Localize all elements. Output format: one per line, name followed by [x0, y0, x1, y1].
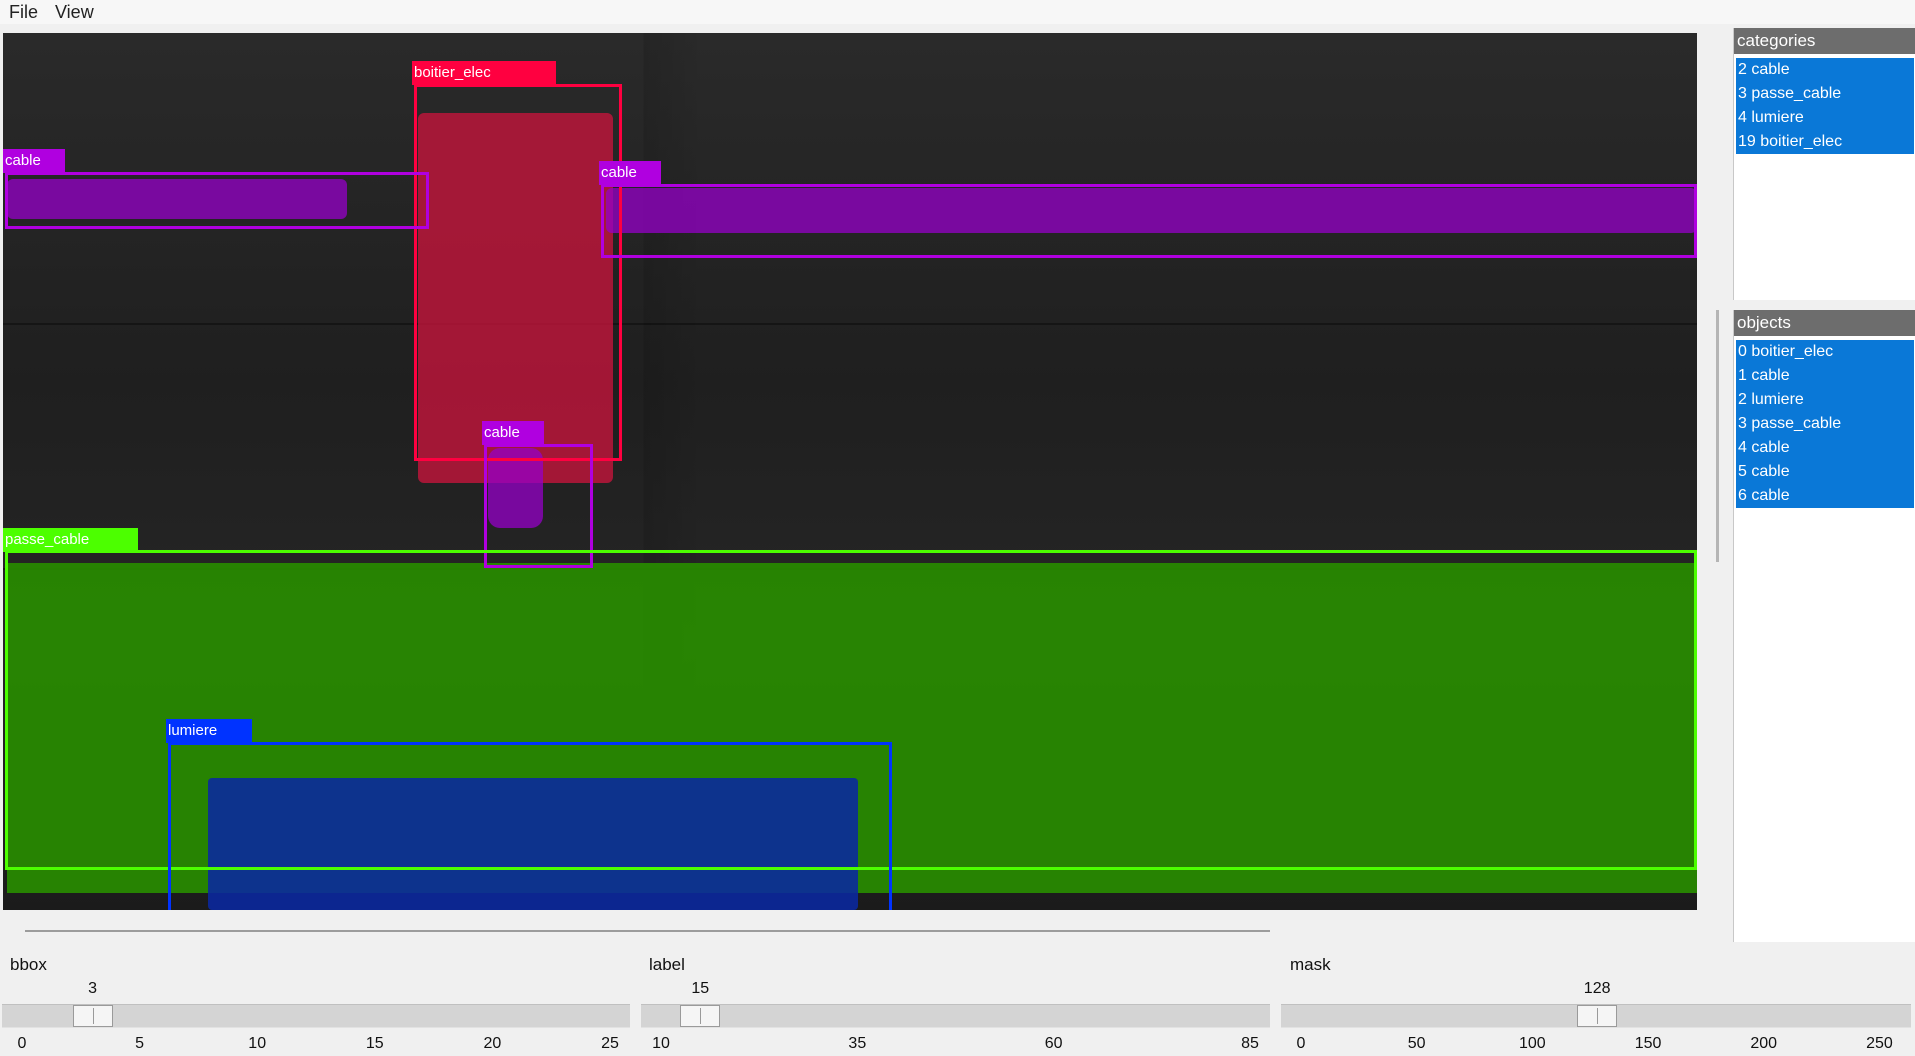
object-item[interactable]: 1 cable	[1736, 364, 1914, 388]
object-item[interactable]: 0 boitier_elec	[1736, 340, 1914, 364]
horizontal-scrollbar[interactable]	[25, 930, 1270, 932]
bbox-slider-handle[interactable]	[72, 1005, 113, 1027]
label-slider-label: label	[649, 955, 685, 974]
cable-right-tag: cable	[599, 161, 661, 185]
categories-panel: categories 2 cable 3 passe_cable 4 lumie…	[1733, 28, 1915, 300]
objects-panel: objects 0 boitier_elec 1 cable 2 lumiere…	[1733, 310, 1915, 942]
mask-tick-label: 250	[1866, 1035, 1893, 1052]
bbox-tick-label: 25	[601, 1035, 619, 1052]
mask-slider-value: 128	[1583, 980, 1611, 997]
image-canvas[interactable]: boitier_elec cable cable cable passe_cab…	[3, 33, 1697, 910]
wall-seam	[3, 323, 1697, 325]
label-tick-label: 85	[1241, 1035, 1259, 1052]
bbox-tick-label: 0	[17, 1035, 27, 1052]
mask-tick-label: 150	[1634, 1035, 1662, 1052]
label-tick-label: 35	[848, 1035, 867, 1052]
lumiere-tag: lumiere	[166, 719, 252, 743]
mask-tick-label: 100	[1519, 1035, 1546, 1052]
panel-scrollbar[interactable]	[1716, 310, 1719, 562]
categories-list: 2 cable 3 passe_cable 4 lumiere 19 boiti…	[1736, 58, 1914, 154]
object-item[interactable]: 2 lumiere	[1736, 388, 1914, 412]
bbox-slider-label: bbox	[10, 955, 47, 974]
mask-tick-label: 200	[1750, 1035, 1778, 1052]
objects-list: 0 boitier_elec 1 cable 2 lumiere 3 passe…	[1736, 340, 1914, 508]
mask-tick-label: 50	[1407, 1035, 1426, 1052]
menu-view[interactable]: View	[52, 2, 97, 23]
label-slider-value: 15	[691, 980, 710, 997]
mask-slider-label: mask	[1290, 955, 1331, 974]
cable-mid-tag: cable	[482, 421, 544, 445]
menu-bar: File View	[0, 0, 1915, 24]
object-item[interactable]: 4 cable	[1736, 436, 1914, 460]
label-tick-label: 60	[1044, 1035, 1063, 1052]
boitier-elec-bbox[interactable]	[414, 84, 622, 461]
label-slider[interactable]	[641, 1004, 1270, 1028]
bbox-slider[interactable]	[2, 1004, 630, 1028]
object-item[interactable]: 3 passe_cable	[1736, 412, 1914, 436]
category-item[interactable]: 19 boitier_elec	[1736, 130, 1914, 154]
category-item[interactable]: 4 lumiere	[1736, 106, 1914, 130]
bbox-tick-label: 5	[135, 1035, 145, 1052]
bbox-tick-label: 10	[248, 1035, 267, 1052]
cable-left-bbox[interactable]	[5, 172, 429, 229]
mask-tick-label: 0	[1296, 1035, 1306, 1052]
lumiere-bbox[interactable]	[168, 742, 892, 910]
menu-file[interactable]: File	[6, 2, 41, 23]
mask-slider[interactable]	[1281, 1004, 1911, 1028]
cable-left-tag: cable	[3, 149, 65, 173]
bbox-slider-value: 3	[88, 980, 97, 997]
label-slider-handle[interactable]	[680, 1005, 721, 1027]
bbox-tick-label: 15	[365, 1035, 384, 1052]
bbox-tick-label: 20	[483, 1035, 502, 1052]
boitier-elec-tag: boitier_elec	[412, 61, 556, 85]
categories-header: categories	[1734, 28, 1915, 54]
label-tick-label: 10	[652, 1035, 670, 1052]
objects-header: objects	[1734, 310, 1915, 336]
category-item[interactable]: 2 cable	[1736, 58, 1914, 82]
object-item[interactable]: 5 cable	[1736, 460, 1914, 484]
passe-cable-tag: passe_cable	[3, 528, 138, 552]
category-item[interactable]: 3 passe_cable	[1736, 82, 1914, 106]
cable-right-bbox[interactable]	[601, 184, 1697, 258]
object-item[interactable]: 6 cable	[1736, 484, 1914, 508]
mask-slider-handle[interactable]	[1577, 1005, 1618, 1027]
